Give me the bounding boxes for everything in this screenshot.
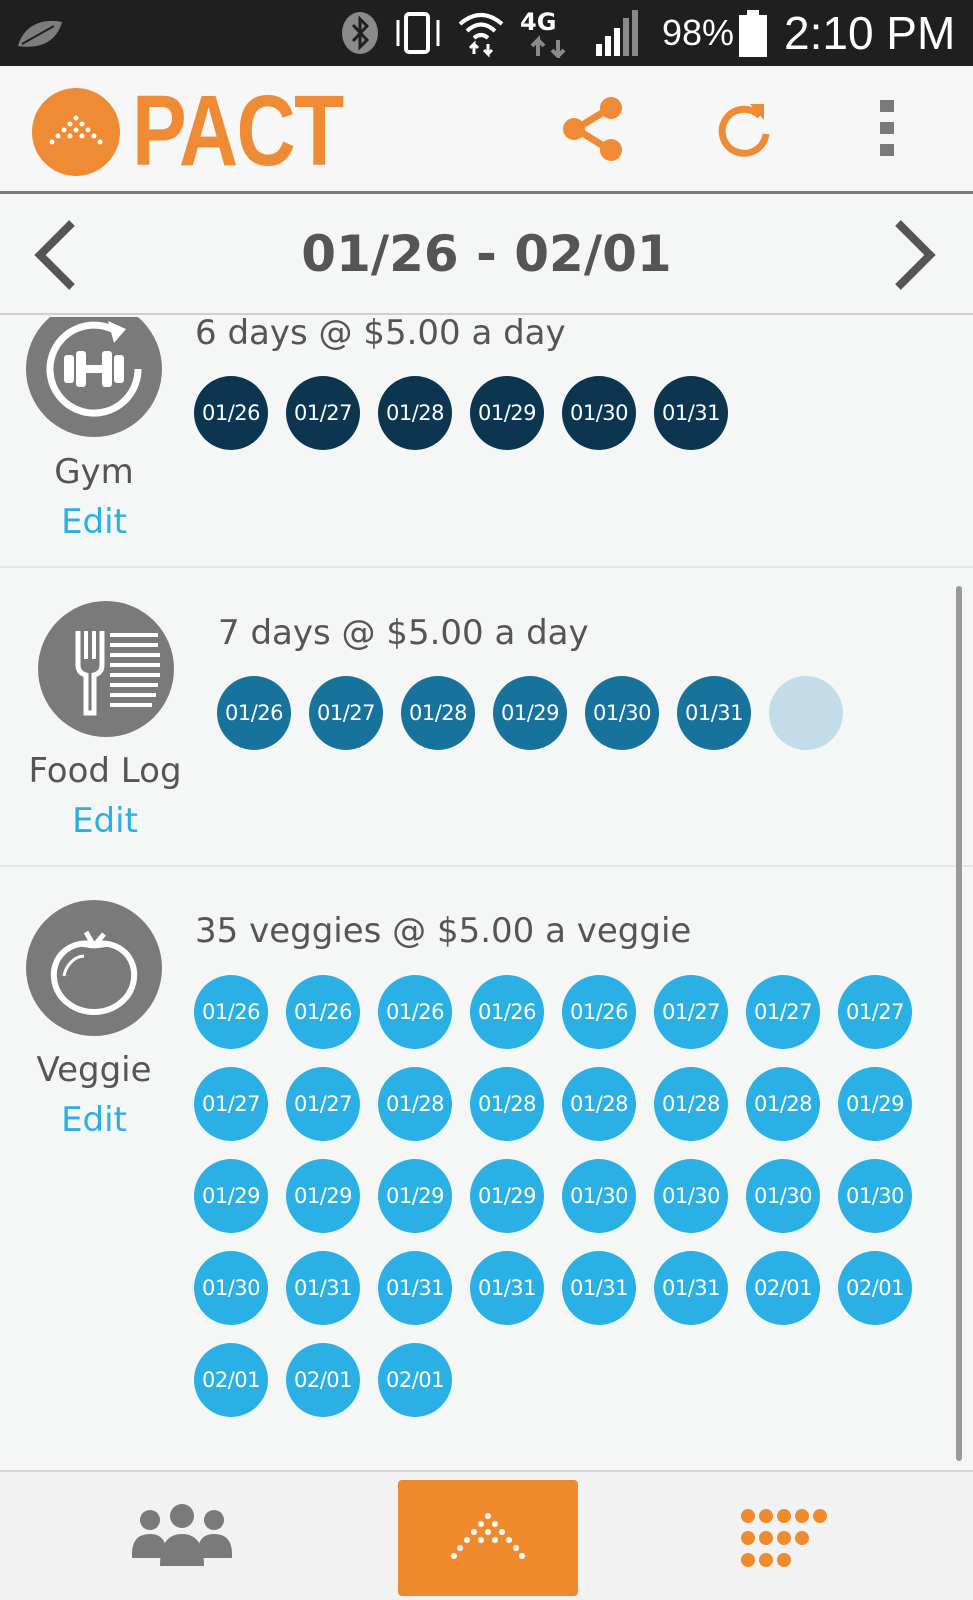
date-dot[interactable]: 01/27 [746, 975, 820, 1049]
date-dot[interactable]: 01/29 [838, 1067, 912, 1141]
dumbbell-icon [26, 317, 162, 437]
tab-pacts[interactable] [398, 1480, 578, 1596]
date-dot[interactable]: 02/01 [194, 1343, 268, 1417]
battery-percentage: 98% [662, 12, 735, 53]
date-dot[interactable]: 01/27 [194, 1067, 268, 1141]
date-dot[interactable]: 01/26 [562, 975, 636, 1049]
date-dot[interactable]: 01/26 [217, 676, 291, 750]
date-dot[interactable]: 01/28 [654, 1067, 728, 1141]
date-dot[interactable]: 02/01 [378, 1343, 452, 1417]
app-title: PACT [132, 75, 344, 187]
vibrate-icon [396, 12, 440, 54]
date-dot[interactable]: 01/30 [562, 376, 636, 450]
refresh-icon[interactable] [714, 96, 774, 162]
date-dot[interactable]: 01/28 [401, 676, 475, 750]
date-dot[interactable]: 01/31 [286, 1251, 360, 1325]
fork-list-icon [38, 601, 174, 737]
date-list: 01/26 01/27 01/28 01/29 01/30 01/31 [194, 376, 973, 450]
date-dot[interactable]: 01/26 [194, 975, 268, 1049]
date-dot[interactable]: 01/30 [585, 676, 659, 750]
date-dot[interactable]: 02/01 [838, 1251, 912, 1325]
pact-summary: 35 veggies @ $5.00 a veggie [195, 911, 692, 951]
chevron-right-icon[interactable] [888, 217, 940, 293]
clock: 2:10 PM [784, 7, 956, 59]
share-icon[interactable] [562, 96, 624, 162]
date-dot[interactable]: 01/28 [562, 1067, 636, 1141]
edit-gym-link[interactable]: Edit [0, 502, 194, 542]
date-dot[interactable]: 01/30 [654, 1159, 728, 1233]
date-dot[interactable]: 01/27 [286, 1067, 360, 1141]
date-dot[interactable]: 01/26 [378, 975, 452, 1049]
date-dot[interactable]: 01/29 [194, 1159, 268, 1233]
pact-logo-icon [451, 1513, 525, 1559]
date-dot[interactable]: 01/29 [470, 1159, 544, 1233]
date-dot[interactable]: 01/31 [677, 676, 751, 750]
edit-veggie-link[interactable]: Edit [0, 1100, 194, 1140]
date-dot[interactable]: 01/31 [562, 1251, 636, 1325]
date-dot[interactable]: 01/30 [194, 1251, 268, 1325]
week-range: 01/26 - 02/01 [301, 225, 672, 283]
battery-icon [739, 10, 767, 57]
date-dot[interactable]: 01/29 [378, 1159, 452, 1233]
scrollbar[interactable] [956, 586, 962, 1461]
4g-lte-icon: 4G [520, 8, 566, 58]
date-dot[interactable]: 01/28 [378, 1067, 452, 1141]
pact-list: Gym Edit 6 days @ $5.00 a day 01/26 01/27… [0, 317, 973, 1467]
date-dot[interactable]: 01/31 [654, 376, 728, 450]
date-dot[interactable]: 01/28 [470, 1067, 544, 1141]
date-dot[interactable]: 01/30 [746, 1159, 820, 1233]
dots-grid-icon[interactable] [740, 1508, 834, 1568]
date-dot[interactable]: 01/27 [654, 975, 728, 1049]
date-dot[interactable]: 01/26 [470, 975, 544, 1049]
tomato-icon [26, 900, 162, 1036]
date-dot[interactable]: 02/01 [746, 1251, 820, 1325]
pact-summary: 7 days @ $5.00 a day [218, 613, 589, 653]
date-dot[interactable]: 01/29 [493, 676, 567, 750]
date-dot[interactable]: 01/29 [470, 376, 544, 450]
date-dot[interactable]: 01/26 [194, 376, 268, 450]
date-dot[interactable]: 01/26 [286, 975, 360, 1049]
pact-name: Gym [54, 452, 134, 492]
empty-date-dot[interactable] [769, 676, 843, 750]
date-dot[interactable]: 01/30 [562, 1159, 636, 1233]
date-dot[interactable]: 01/28 [378, 376, 452, 450]
pact-name: Veggie [36, 1050, 152, 1090]
signal-icon [596, 10, 638, 56]
wifi-icon [458, 13, 504, 58]
pact-row-veggie: Veggie Edit 35 veggies @ $5.00 a veggie … [0, 867, 973, 1467]
status-bar: 4G 98% 2:10 PM [0, 0, 973, 66]
pact-summary: 6 days @ $5.00 a day [195, 317, 566, 353]
bottom-navigation [0, 1470, 973, 1600]
pact-logo-icon [32, 88, 120, 176]
date-dot[interactable]: 01/31 [378, 1251, 452, 1325]
pact-row-gym: Gym Edit 6 days @ $5.00 a day 01/26 01/27… [0, 317, 973, 568]
date-dot[interactable]: 01/29 [286, 1159, 360, 1233]
overflow-menu-icon[interactable] [880, 100, 896, 160]
svg-text:4G: 4G [520, 8, 556, 36]
pact-name: Food Log [28, 751, 182, 791]
week-navigator: 01/26 - 02/01 [0, 197, 973, 315]
date-dot[interactable]: 01/31 [470, 1251, 544, 1325]
date-list: 01/26 01/26 01/26 01/26 01/26 01/27 01/27 01/27… [194, 975, 934, 1417]
date-dot[interactable]: 01/31 [654, 1251, 728, 1325]
bluetooth-icon [342, 12, 378, 54]
app-bar: PACT [0, 66, 973, 194]
date-dot[interactable]: 01/30 [838, 1159, 912, 1233]
group-icon[interactable] [130, 1504, 234, 1568]
date-dot[interactable]: 01/27 [286, 376, 360, 450]
date-dot[interactable]: 01/28 [746, 1067, 820, 1141]
date-dot[interactable]: 02/01 [286, 1343, 360, 1417]
date-dot[interactable]: 01/27 [838, 975, 912, 1049]
date-dot[interactable]: 01/27 [309, 676, 383, 750]
pact-row-food-log: Food Log Edit 7 days @ $5.00 a day 01/26… [0, 568, 973, 867]
leaf-icon [18, 20, 62, 47]
date-list: 01/26 01/27 01/28 01/29 01/30 01/31 [217, 676, 957, 750]
edit-food-log-link[interactable]: Edit [5, 801, 205, 841]
